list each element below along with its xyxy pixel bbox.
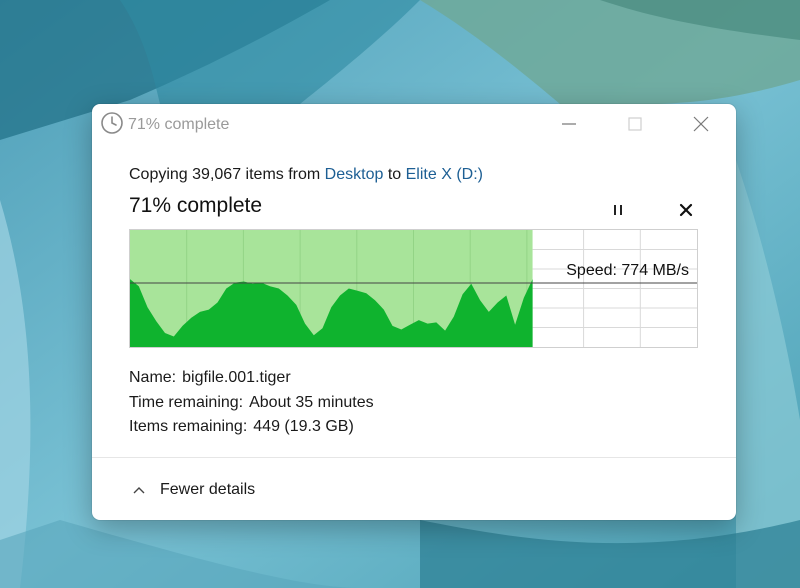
minimize-icon — [562, 123, 576, 125]
minimize-button[interactable] — [542, 104, 596, 144]
cancel-icon — [679, 203, 693, 217]
detail-row-items: Items remaining: 449 (19.3 GB) — [129, 415, 374, 440]
cancel-button[interactable] — [670, 198, 702, 222]
close-button[interactable] — [674, 104, 728, 144]
item-count: 39,067 — [192, 166, 242, 183]
destination-link[interactable]: Elite X (D:) — [406, 166, 483, 183]
pause-button[interactable] — [602, 198, 634, 222]
detail-row-name: Name: bigfile.001.tiger — [129, 366, 374, 391]
title-bar: 71% complete — [92, 104, 736, 144]
details-panel: Name: bigfile.001.tiger Time remaining: Ab… — [129, 366, 374, 440]
close-icon — [693, 116, 709, 132]
source-link[interactable]: Desktop — [325, 166, 384, 183]
speed-graph: Speed: 774 MB/s — [129, 229, 698, 348]
time-remaining-value: About 35 minutes — [249, 393, 374, 411]
name-label: Name: — [129, 369, 177, 386]
chevron-up-icon — [133, 487, 145, 494]
speed-label: Speed: 774 MB/s — [566, 262, 689, 279]
clock-icon — [100, 111, 124, 135]
copy-prefix: Copying — [129, 166, 188, 183]
copy-summary: Copying 39,067 items from Desktop to Eli… — [129, 166, 483, 184]
name-value: bigfile.001.tiger — [182, 369, 291, 386]
to-text: to — [387, 166, 402, 183]
file-copy-dialog: 71% complete Copying 39,067 items from D… — [92, 104, 736, 520]
window-title: 71% complete — [128, 116, 230, 133]
items-from-text: items from — [245, 166, 321, 183]
maximize-button[interactable] — [608, 104, 662, 144]
fewer-details-button[interactable]: Fewer details — [132, 476, 255, 504]
dialog-footer: Fewer details — [92, 457, 736, 520]
percent-complete: 71% complete — [129, 194, 263, 217]
detail-row-time: Time remaining: About 35 minutes — [129, 391, 374, 416]
maximize-icon — [628, 117, 642, 131]
fewer-details-label: Fewer details — [160, 481, 256, 498]
items-remaining-value: 449 (19.3 GB) — [253, 418, 354, 435]
time-remaining-label: Time remaining: — [129, 393, 244, 411]
pause-icon — [614, 205, 622, 215]
items-remaining-label: Items remaining: — [129, 418, 248, 435]
